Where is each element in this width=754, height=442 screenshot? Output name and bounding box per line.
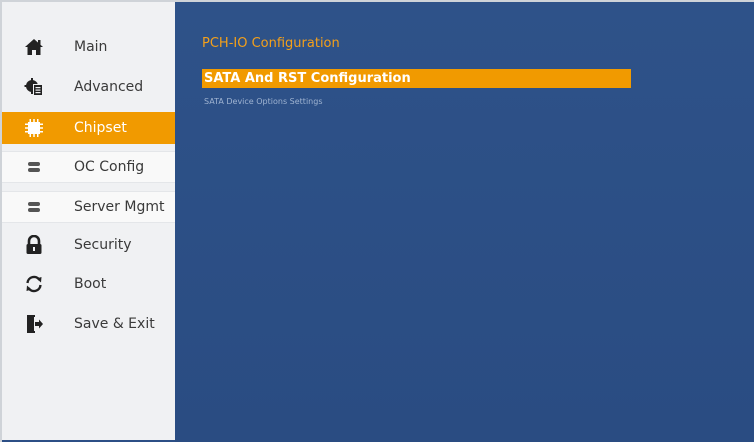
sidebar-item-advanced[interactable]: Advanced (2, 71, 175, 103)
sidebar-item-label: Advanced (74, 79, 144, 95)
menu-item-sata-rst-configuration[interactable]: SATA And RST Configuration (202, 69, 631, 88)
sidebar-item-save-exit[interactable]: Save & Exit (2, 308, 175, 340)
sidebar: Main Advanced Chipset OC Config Server M… (2, 2, 175, 440)
sidebar-item-label: Main (74, 39, 108, 55)
sidebar-item-chipset[interactable]: Chipset (2, 112, 175, 144)
server-icon (24, 197, 44, 217)
main-panel: PCH-IO Configuration SATA And RST Config… (175, 2, 754, 442)
chip-icon (24, 118, 44, 138)
server-icon (24, 157, 44, 177)
help-text: SATA Device Options Settings (204, 97, 323, 106)
sidebar-item-oc-config[interactable]: OC Config (2, 151, 175, 183)
sidebar-item-server-mgmt[interactable]: Server Mgmt (2, 191, 175, 223)
sidebar-item-label: Security (74, 237, 132, 253)
gear-clipboard-icon (24, 77, 44, 97)
lock-icon (24, 235, 44, 255)
menu-item-label: SATA And RST Configuration (204, 71, 411, 86)
home-icon (24, 37, 44, 57)
refresh-icon (24, 274, 44, 294)
sidebar-item-security[interactable]: Security (2, 229, 175, 261)
sidebar-item-label: OC Config (74, 159, 145, 175)
sidebar-item-label: Save & Exit (74, 316, 155, 332)
sidebar-item-main[interactable]: Main (2, 31, 175, 63)
sidebar-item-label: Server Mgmt (74, 199, 165, 215)
sidebar-item-label: Chipset (74, 120, 127, 136)
sidebar-item-label: Boot (74, 276, 107, 292)
sidebar-item-boot[interactable]: Boot (2, 268, 175, 300)
exit-door-icon (24, 314, 44, 334)
page-title: PCH-IO Configuration (202, 36, 340, 51)
